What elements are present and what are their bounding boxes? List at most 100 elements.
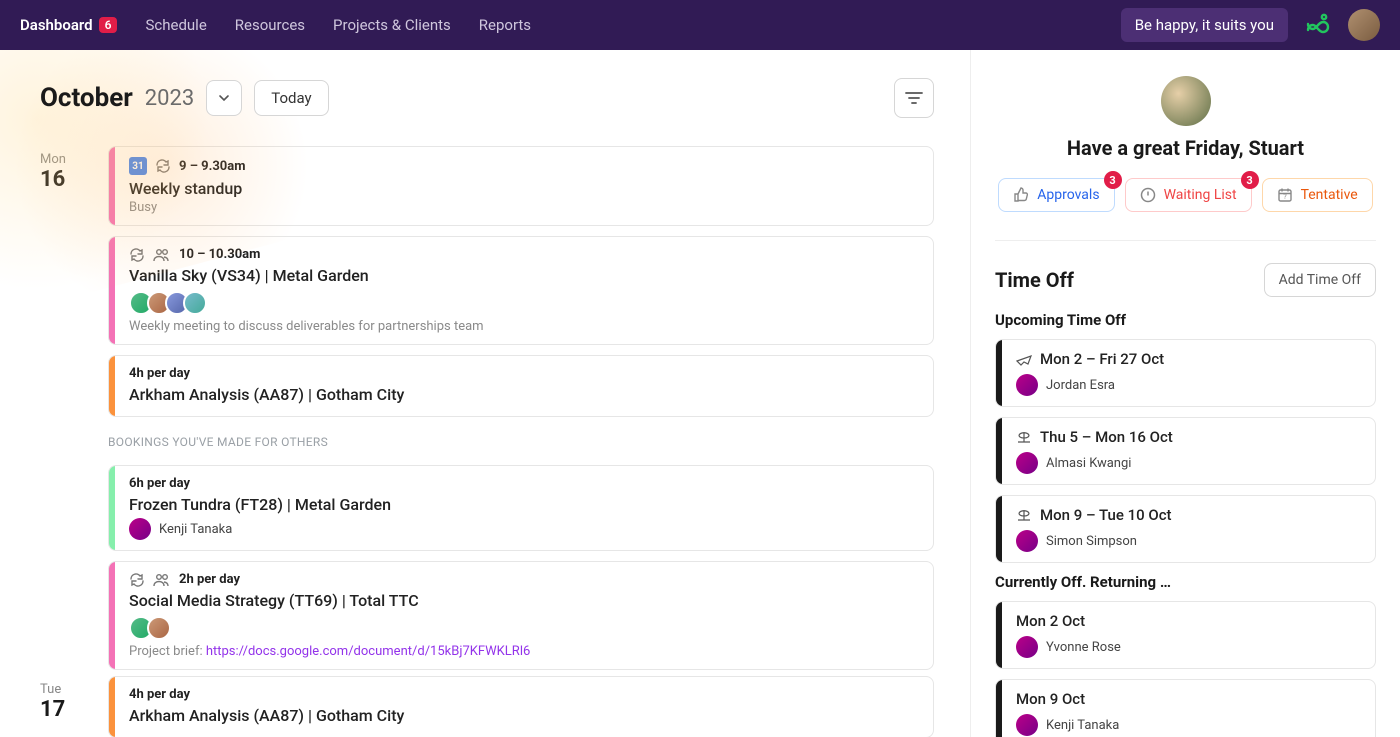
beach-icon <box>1016 430 1032 444</box>
day-number: 17 <box>40 697 86 722</box>
card-duration: 4h per day <box>129 687 190 702</box>
booking-card[interactable]: 2h per day Social Media Strategy (TT69) |… <box>108 561 934 670</box>
month-label: October <box>40 83 133 113</box>
beach-icon <box>1016 508 1032 522</box>
card-duration: 2h per day <box>179 572 240 587</box>
avatar <box>1016 374 1038 396</box>
timeoff-card[interactable]: Mon 9 Oct Kenji Tanaka <box>995 679 1376 737</box>
timeoff-range: Mon 9 Oct <box>1016 690 1361 708</box>
filter-icon <box>905 91 923 105</box>
pill-label: Tentative <box>1301 187 1358 203</box>
avatar <box>1016 714 1038 736</box>
person-name: Almasi Kwangi <box>1046 456 1131 471</box>
person-name: Jordan Esra <box>1046 378 1115 393</box>
attendee-avatars <box>129 291 919 315</box>
timeoff-card[interactable]: Thu 5 – Mon 16 Oct Almasi Kwangi <box>995 417 1376 485</box>
pill-approvals[interactable]: Approvals3 <box>998 178 1114 212</box>
timeoff-card[interactable]: Mon 2 Oct Yvonne Rose <box>995 601 1376 669</box>
timeoff-card[interactable]: Mon 9 – Tue 10 Oct Simon Simpson <box>995 495 1376 563</box>
timeoff-range: Mon 9 – Tue 10 Oct <box>1016 506 1361 524</box>
card-time: 10 – 10.30am <box>179 247 260 262</box>
others-label: BOOKINGS YOU'VE MADE FOR OTHERS <box>108 435 934 449</box>
day-name: Tue <box>40 682 86 697</box>
happy-button[interactable]: Be happy, it suits you <box>1121 8 1288 42</box>
assignee-name: Kenji Tanaka <box>159 522 232 537</box>
card-title: Social Media Strategy (TT69) | Total TTC <box>129 591 919 610</box>
recur-icon <box>129 573 145 587</box>
card-duration: 4h per day <box>129 366 190 381</box>
pill-tentative[interactable]: ? Tentative <box>1262 178 1373 212</box>
avatar <box>1016 636 1038 658</box>
person-name: Simon Simpson <box>1046 534 1137 549</box>
booking-card[interactable]: 4h per day Arkham Analysis (AA87) | Gotha… <box>108 676 934 737</box>
pill-waiting list[interactable]: Waiting List3 <box>1125 178 1252 212</box>
pill-badge: 3 <box>1104 171 1122 189</box>
timeoff-title: Time Off <box>995 268 1074 292</box>
card-title: Arkham Analysis (AA87) | Gotham City <box>129 385 919 404</box>
recur-icon <box>129 248 145 262</box>
card-title: Vanilla Sky (VS34) | Metal Garden <box>129 266 919 285</box>
card-note: Weekly meeting to discuss deliverables f… <box>129 319 919 334</box>
card-duration: 6h per day <box>129 476 190 491</box>
add-timeoff-button[interactable]: Add Time Off <box>1264 263 1376 297</box>
day-row: Mon16 319 – 9.30amWeekly standupBusy 10 – … <box>40 146 934 670</box>
top-nav: Dashboard 6 Schedule Resources Projects … <box>0 0 1400 50</box>
people-icon <box>153 573 171 587</box>
chevron-down-icon <box>217 91 231 105</box>
people-icon <box>153 248 171 262</box>
card-time: 9 – 9.30am <box>179 159 245 174</box>
booking-card[interactable]: 4h per day Arkham Analysis (AA87) | Gotha… <box>108 355 934 417</box>
user-avatar[interactable] <box>1348 9 1380 41</box>
day-column: Mon16 <box>40 146 86 670</box>
side-panel: Have a great Friday, Stuart Approvals3Wa… <box>970 50 1400 737</box>
nav-resources[interactable]: Resources <box>235 16 305 34</box>
infinity-icon[interactable] <box>1304 11 1332 39</box>
attendee-avatars <box>129 616 919 640</box>
upcoming-title: Upcoming Time Off <box>995 311 1376 329</box>
avatar <box>1016 530 1038 552</box>
nav-dashboard[interactable]: Dashboard 6 <box>20 16 117 34</box>
nav-reports[interactable]: Reports <box>479 16 531 34</box>
timeoff-person: Yvonne Rose <box>1016 636 1361 658</box>
avatar <box>129 518 151 540</box>
brief-link[interactable]: https://docs.google.com/document/d/15kBj… <box>206 644 530 659</box>
status-pills: Approvals3 Waiting List3? Tentative <box>995 178 1376 212</box>
recur-icon <box>155 159 171 173</box>
assignee: Kenji Tanaka <box>129 518 919 540</box>
person-name: Yvonne Rose <box>1046 640 1121 655</box>
thumb-icon <box>1013 187 1029 203</box>
nav-projects[interactable]: Projects & Clients <box>333 16 451 34</box>
avatar <box>1016 452 1038 474</box>
cal-icon: ? <box>1277 187 1293 203</box>
timeoff-range: Thu 5 – Mon 16 Oct <box>1016 428 1361 446</box>
day-name: Mon <box>40 152 86 167</box>
card-sub: Busy <box>129 200 919 215</box>
card-title: Frozen Tundra (FT28) | Metal Garden <box>129 495 919 514</box>
person-name: Kenji Tanaka <box>1046 718 1119 733</box>
avatar <box>147 616 171 640</box>
month-picker[interactable] <box>206 80 242 116</box>
timeoff-person: Kenji Tanaka <box>1016 714 1361 736</box>
timeoff-person: Almasi Kwangi <box>1016 452 1361 474</box>
booking-card[interactable]: 6h per day Frozen Tundra (FT28) | Metal G… <box>108 465 934 551</box>
filter-button[interactable] <box>894 78 934 118</box>
today-button[interactable]: Today <box>254 80 328 116</box>
profile-avatar[interactable] <box>1161 76 1211 126</box>
nav-schedule[interactable]: Schedule <box>145 16 206 34</box>
timeoff-range: Mon 2 Oct <box>1016 612 1361 630</box>
greeting-text: Have a great Friday, Stuart <box>1067 136 1304 160</box>
plane-icon <box>1016 352 1032 366</box>
year-label: 2023 <box>145 86 194 111</box>
day-row: Tue17 4h per day Arkham Analysis (AA87) | … <box>40 676 934 737</box>
timeoff-person: Jordan Esra <box>1016 374 1361 396</box>
booking-card[interactable]: 10 – 10.30am Vanilla Sky (VS34) | Metal G… <box>108 236 934 345</box>
booking-card[interactable]: 319 – 9.30amWeekly standupBusy <box>108 146 934 226</box>
timeoff-card[interactable]: Mon 2 – Fri 27 OctJordan Esra <box>995 339 1376 407</box>
day-column: Tue17 <box>40 676 86 737</box>
pill-label: Approvals <box>1037 187 1099 203</box>
alert-icon <box>1140 187 1156 203</box>
pill-badge: 3 <box>1241 171 1259 189</box>
divider <box>995 240 1376 241</box>
day-number: 16 <box>40 167 86 192</box>
card-title: Arkham Analysis (AA87) | Gotham City <box>129 706 919 725</box>
